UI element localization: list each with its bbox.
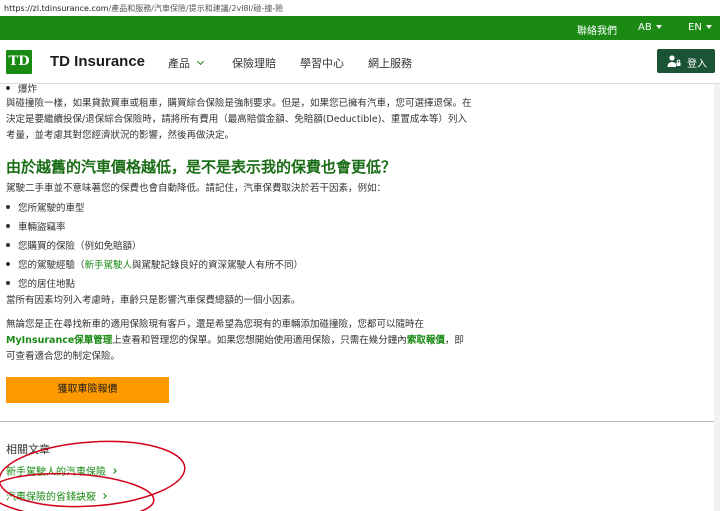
annotation-circle [0,440,186,508]
annotation-circle [0,472,155,511]
red-annotation-circles [0,440,186,511]
